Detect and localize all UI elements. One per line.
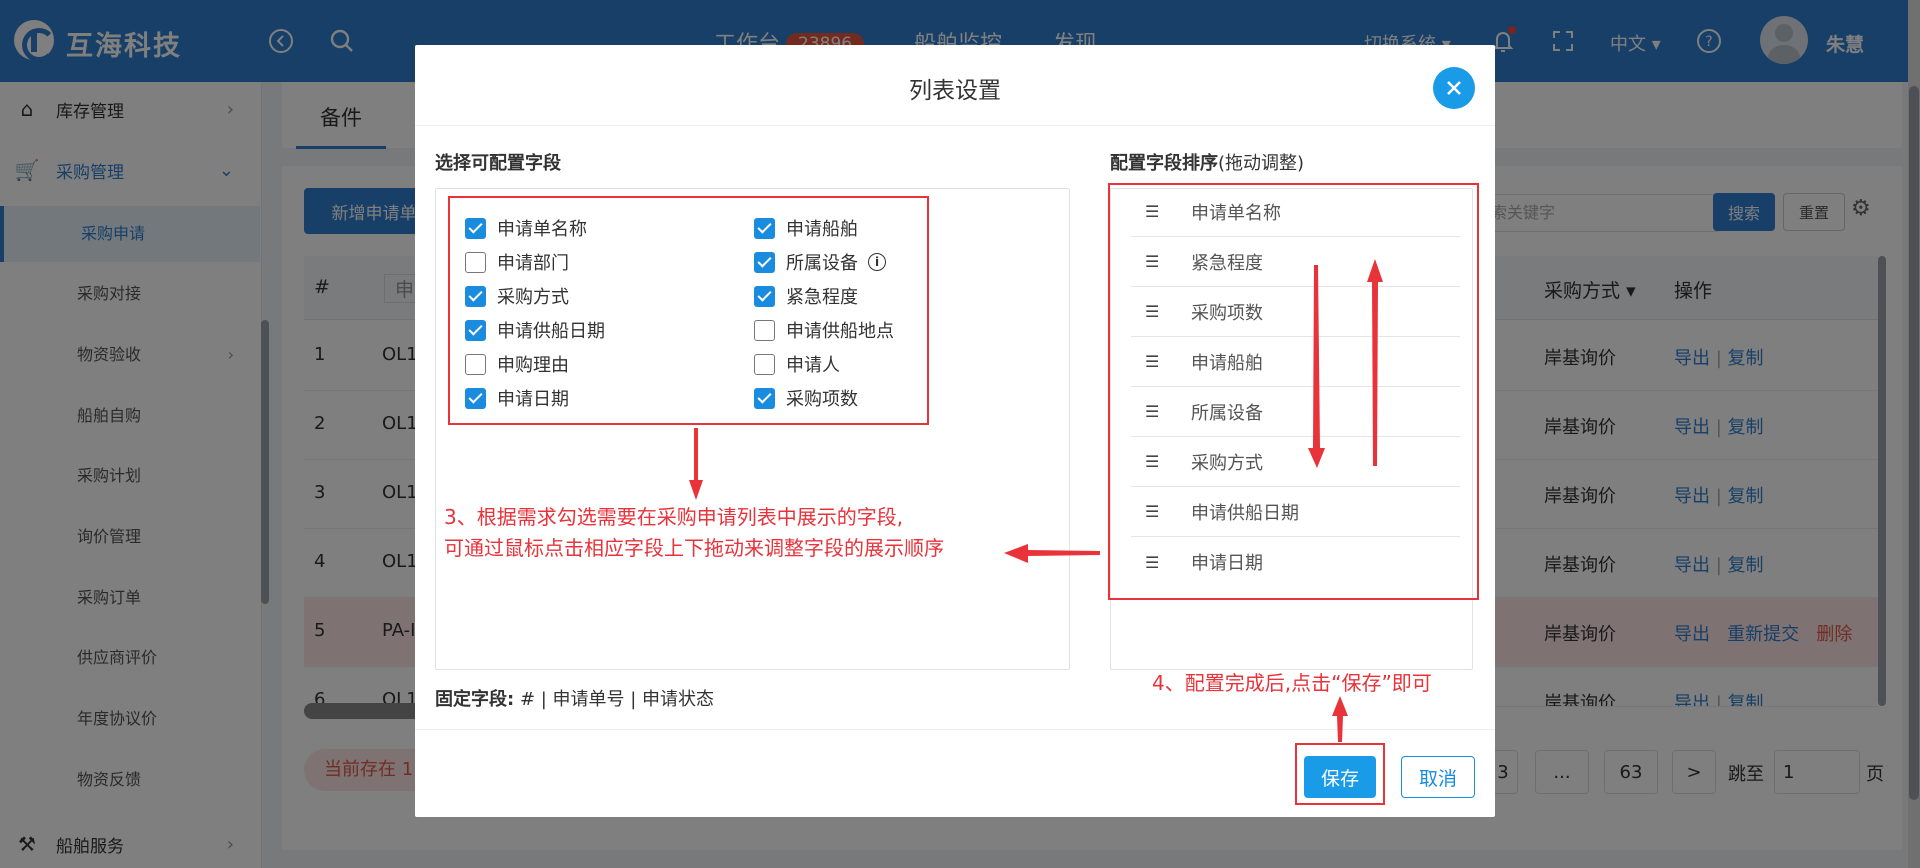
sort-fields-title: 配置字段排序(拖动调整) <box>1110 149 1304 175</box>
divider <box>415 125 1495 126</box>
divider <box>415 729 1495 730</box>
annotation-box-save <box>1295 743 1385 805</box>
fixed-fields: 固定字段: # | 申请单号 | 申请状态 <box>435 685 714 711</box>
sort-fields-subtitle: (拖动调整) <box>1218 153 1305 174</box>
fixed-fields-value: # | 申请单号 | 申请状态 <box>519 689 715 710</box>
sort-fields-title-main: 配置字段排序 <box>1110 153 1218 174</box>
annotation-step4: 4、配置完成后,点击“保存”即可 <box>1152 671 1432 695</box>
annotation-step3-line2: 可通过鼠标点击相应字段上下拖动来调整字段的展示顺序 <box>444 536 944 560</box>
annotation-box-sort-list <box>1108 183 1479 600</box>
close-icon[interactable] <box>1433 67 1475 109</box>
cancel-button[interactable]: 取消 <box>1401 756 1475 798</box>
fixed-fields-label: 固定字段: <box>435 689 515 710</box>
configurable-fields-title: 选择可配置字段 <box>435 153 561 174</box>
dialog-title: 列表设置 <box>909 78 1001 104</box>
annotation-box-checkboxes <box>448 196 929 425</box>
annotation-step3-line1: 3、根据需求勾选需要在采购申请列表中展示的字段, <box>444 505 904 529</box>
